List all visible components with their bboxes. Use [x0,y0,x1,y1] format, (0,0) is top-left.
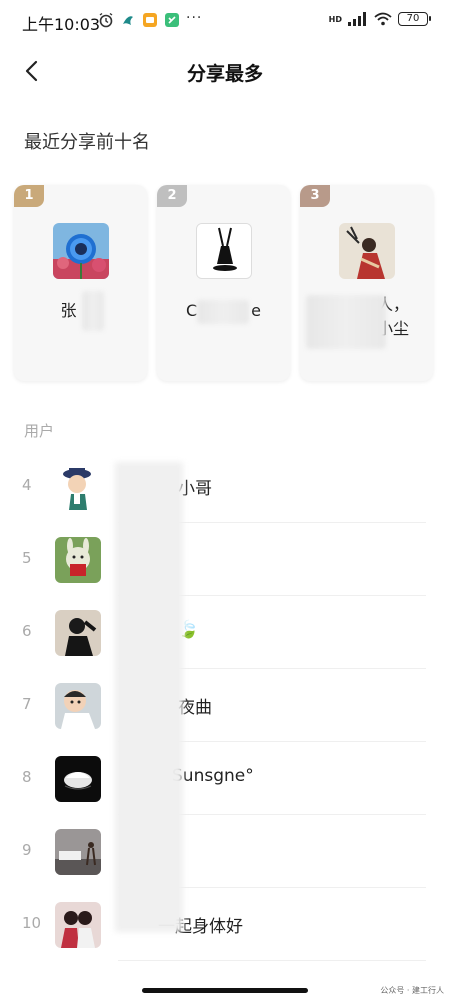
avatar[interactable] [339,223,395,279]
users-section-label: 用户 [24,422,55,440]
more-notifications-icon: ··· [186,10,203,26]
rank-badge: 2 [157,185,187,207]
redacted-name-blur [197,300,249,324]
user-name: Sunsgne° [172,766,254,786]
list-item[interactable]: 8 Sunsgne° [0,742,450,815]
avatar[interactable] [53,223,109,279]
redacted-usernames-blur [115,462,183,932]
wifi-icon [374,12,392,26]
rank-number: 6 [22,622,32,640]
avatar[interactable] [55,829,101,875]
rank-badge: 1 [14,185,44,207]
top-card-2[interactable]: 2 Ce [157,185,290,381]
list-item[interactable]: 9 [0,815,450,888]
redacted-name-blur [306,295,386,349]
avatar[interactable] [55,902,101,948]
divider [118,960,426,961]
list-item[interactable]: 6 🍃 [0,596,450,669]
list-item[interactable]: 5 [0,523,450,596]
app-icon [143,13,157,27]
page-title: 分享最多 [186,63,263,85]
top-ten-title: 最近分享前十名 [24,132,150,153]
user-name: 夜曲 [178,698,212,718]
card-name: 张 [60,301,77,320]
rank-number: 9 [22,841,32,859]
redacted-name-blur [82,291,104,331]
network-type-label: HD [328,14,342,24]
status-system-icons: HD 70 [328,12,431,26]
status-time: 上午10:03 [22,15,101,34]
top-card-3[interactable]: 3 人， 小尘 [300,185,433,381]
app-icon [165,13,179,27]
watermark: 公众号 · 建工行人 [380,986,444,995]
avatar[interactable] [196,223,252,279]
rank-number: 8 [22,768,32,786]
signal-icon [348,12,366,26]
alarm-icon [99,12,113,28]
avatar[interactable] [55,610,101,656]
avatar[interactable] [55,537,101,583]
nav-bar: 分享最多 [0,44,450,100]
avatar[interactable] [55,756,101,802]
rank-number: 5 [22,549,32,567]
top-three-cards: 1 张 2 C e 3 人， 小尘 [14,185,434,381]
rank-number: 4 [22,476,32,494]
rank-badge: 3 [300,185,330,207]
status-bar: 上午10:03 ··· HD 70 [0,0,450,44]
avatar[interactable] [55,464,101,510]
status-notification-icons [98,12,180,28]
avatar[interactable] [55,683,101,729]
battery-icon: 70 [398,12,431,26]
home-indicator[interactable] [142,988,308,993]
top-card-1[interactable]: 1 张 [14,185,147,381]
list-item[interactable]: 7 夜曲 [0,669,450,742]
app-icon [123,16,133,25]
rank-number: 10 [22,914,42,932]
list-item[interactable]: 10 一起身体好 [0,888,450,961]
rank-number: 7 [22,695,32,713]
list-item[interactable]: 4 小哥 [0,450,450,523]
user-name: 小哥 [178,479,212,499]
